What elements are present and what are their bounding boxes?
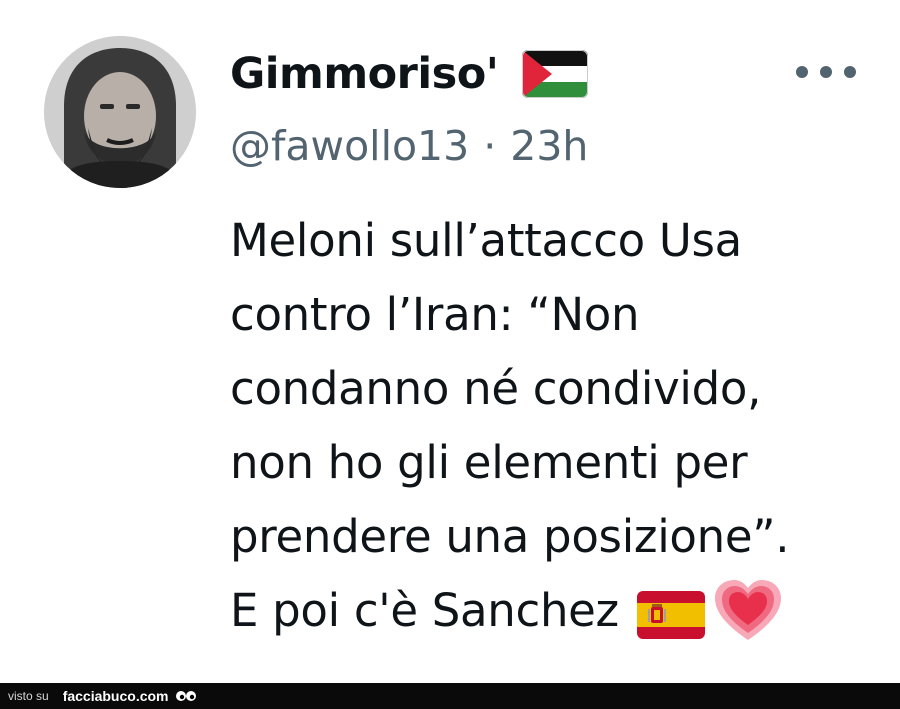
tweet-text-line: E poi c'è Sanchez <box>230 584 619 637</box>
watermark-footer: visto su facciabuco.com <box>0 683 900 709</box>
author-display-name[interactable]: Gimmoriso' <box>230 49 499 99</box>
more-options-dot <box>820 66 832 78</box>
meta-separator: · <box>483 122 497 170</box>
tweet-timestamp[interactable]: 23h <box>510 122 588 170</box>
author-handle[interactable]: @fawollo13 <box>230 122 469 170</box>
author-name-row: Gimmoriso' <box>230 44 589 104</box>
footer-visto-label: visto su <box>8 689 49 703</box>
avatar-photo-icon <box>44 36 196 188</box>
tweet-text-line: Meloni sull’attacco Usa <box>230 214 742 267</box>
tweet-text-line: contro l’Iran: “Non <box>230 288 640 341</box>
avatar[interactable] <box>44 36 196 188</box>
tweet-text-line: prendere una posizione”. <box>230 510 790 563</box>
more-options-button[interactable] <box>796 56 856 88</box>
eyes-logo-icon <box>175 689 197 703</box>
tweet-text-last-line: E poi c'è Sanchez <box>230 574 870 648</box>
tweet-text: Meloni sull’attacco Usa contro l’Iran: “… <box>230 204 870 648</box>
tweet-meta: @fawollo13 · 23h <box>230 122 588 170</box>
tweet-screenshot: Gimmoriso' @fawollo13 · 23h Meloni sull’… <box>0 0 900 709</box>
tweet-text-line: non ho gli elementi per <box>230 436 748 489</box>
tweet-text-line: condanno né condivido, <box>230 362 762 415</box>
palestine-flag-icon <box>522 50 589 98</box>
spain-flag-icon <box>636 587 705 639</box>
more-options-dot <box>796 66 808 78</box>
heart-icon <box>713 578 783 644</box>
footer-site-link[interactable]: facciabuco.com <box>63 688 169 704</box>
more-options-dot <box>844 66 856 78</box>
